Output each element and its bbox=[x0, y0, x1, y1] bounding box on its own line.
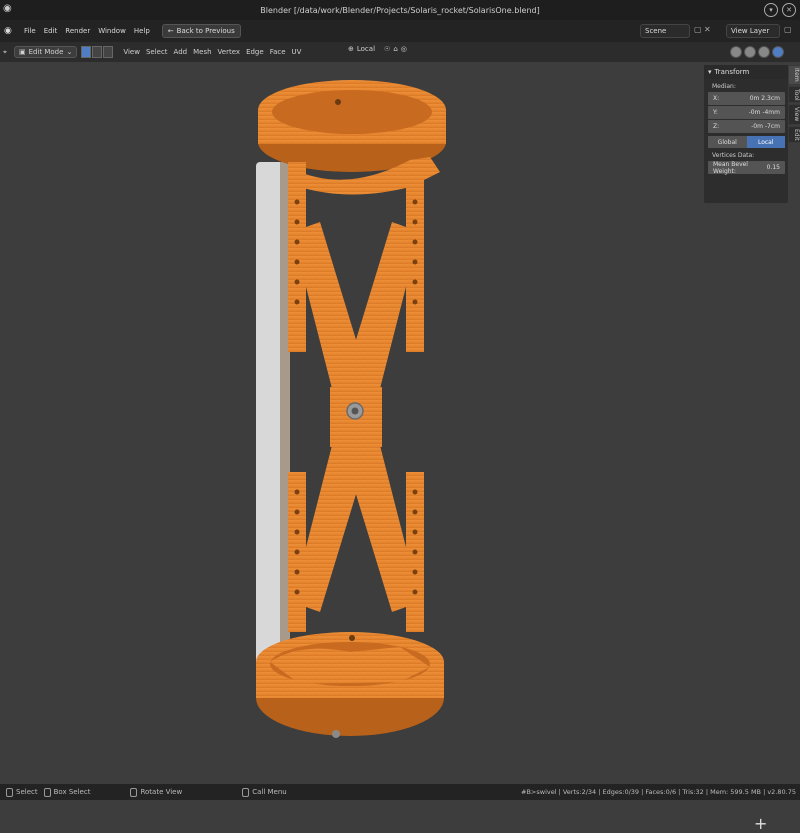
median-label: Median: bbox=[712, 83, 736, 90]
chevron-down-icon: ⌄ bbox=[66, 48, 73, 56]
blender-logo-icon: ◉ bbox=[3, 3, 12, 14]
view-layer-name: View Layer bbox=[731, 27, 770, 35]
space-toggle: Global Local bbox=[708, 136, 785, 148]
title-bar: ◉ Blender [/data/work/Blender/Projects/S… bbox=[0, 0, 800, 20]
bottom-ring bbox=[256, 632, 444, 738]
status-select-label: Select bbox=[16, 788, 38, 796]
scene-name: Scene bbox=[645, 27, 667, 35]
face-select-icon[interactable] bbox=[103, 46, 114, 58]
orientation-icon: ⊕ bbox=[348, 45, 354, 53]
scene-new-icon[interactable]: ▢ bbox=[694, 25, 702, 34]
header-vertex[interactable]: Vertex bbox=[215, 48, 244, 56]
scene-selector[interactable]: Scene bbox=[640, 24, 690, 38]
select-mode-group bbox=[81, 46, 114, 58]
median-x-label: X: bbox=[713, 95, 720, 102]
header-select[interactable]: Select bbox=[143, 48, 171, 56]
header-face[interactable]: Face bbox=[267, 48, 289, 56]
tab-tool[interactable]: Tool bbox=[788, 85, 800, 104]
mean-bevel-weight-field[interactable]: Mean Bevel Weight: 0.15 bbox=[708, 160, 785, 175]
vertex-select-icon[interactable] bbox=[81, 46, 92, 58]
status-call-menu: Call Menu bbox=[242, 787, 287, 797]
status-bar: Select Box Select Rotate View Call Menu … bbox=[0, 784, 800, 800]
close-icon[interactable]: ✕ bbox=[782, 3, 796, 17]
global-button[interactable]: Global bbox=[708, 136, 747, 148]
blender-menu-icon[interactable]: ◉ bbox=[4, 26, 14, 36]
orientation-label: Local bbox=[356, 45, 376, 53]
shading-modes bbox=[730, 46, 784, 58]
tab-item[interactable]: Item bbox=[788, 65, 800, 85]
view-layer-selector[interactable]: View Layer bbox=[726, 24, 780, 38]
rendered-shading-icon[interactable] bbox=[772, 46, 784, 58]
back-to-previous-label: Back to Previous bbox=[176, 27, 235, 35]
panel-collapse-icon: ▾ bbox=[708, 68, 712, 76]
mode-label: Edit Mode bbox=[28, 48, 64, 56]
edge-select-icon[interactable] bbox=[92, 46, 103, 58]
median-z-value: -0m -7cm bbox=[751, 123, 780, 130]
bevel-label: Mean Bevel Weight: bbox=[713, 160, 748, 175]
status-rotate-label: Rotate View bbox=[140, 788, 183, 796]
median-z-field[interactable]: Z: -0m -7cm bbox=[708, 120, 785, 133]
menu-file[interactable]: File bbox=[20, 27, 40, 35]
3d-viewport[interactable]: + bbox=[0, 62, 800, 833]
header-mesh[interactable]: Mesh bbox=[190, 48, 214, 56]
header-view[interactable]: View bbox=[120, 48, 143, 56]
scissor-mechanism bbox=[292, 222, 420, 612]
transform-orientation[interactable]: ⊕ Local ☉ ⌂ ◎ bbox=[348, 45, 407, 53]
editor-type-icon[interactable]: ⌖ bbox=[0, 48, 10, 57]
wireframe-shading-icon[interactable] bbox=[730, 46, 742, 58]
model-render bbox=[256, 80, 446, 738]
header-add[interactable]: Add bbox=[171, 48, 191, 56]
window-title: Blender [/data/work/Blender/Projects/Sol… bbox=[260, 5, 540, 15]
menu-render[interactable]: Render bbox=[61, 27, 94, 35]
proportional-icon[interactable]: ◎ bbox=[401, 45, 407, 53]
status-box-select-label: Box Select bbox=[53, 788, 91, 796]
mouse-right-icon bbox=[242, 787, 250, 797]
scene-statistics: #B>swivel | Verts:2/34 | Edges:0/39 | Fa… bbox=[521, 788, 796, 796]
edit-mode-icon: ▣ bbox=[18, 48, 26, 56]
tab-view[interactable]: View bbox=[788, 104, 800, 125]
solid-shading-icon[interactable] bbox=[744, 46, 756, 58]
back-to-previous-button[interactable]: ← Back to Previous bbox=[161, 24, 241, 38]
mode-selector[interactable]: ▣ Edit Mode ⌄ bbox=[13, 46, 78, 58]
sidebar-tabs: Item Tool View Edit bbox=[788, 65, 800, 185]
status-box-select: Box Select bbox=[43, 787, 91, 797]
median-y-field[interactable]: Y: -0m -4mm bbox=[708, 106, 785, 119]
local-button[interactable]: Local bbox=[746, 136, 785, 148]
scene-delete-icon[interactable]: ✕ bbox=[704, 25, 711, 34]
material-shading-icon[interactable] bbox=[758, 46, 770, 58]
status-rotate: Rotate View bbox=[130, 787, 183, 797]
menu-window[interactable]: Window bbox=[94, 27, 130, 35]
median-y-label: Y: bbox=[713, 109, 718, 116]
status-call-menu-label: Call Menu bbox=[252, 788, 287, 796]
snap-icon[interactable]: ⌂ bbox=[393, 45, 397, 53]
menu-help[interactable]: Help bbox=[130, 27, 154, 35]
minimize-icon[interactable]: ▾ bbox=[764, 3, 778, 17]
mouse-drag-icon bbox=[43, 787, 51, 797]
pivot-icon[interactable]: ☉ bbox=[384, 45, 390, 53]
status-select: Select bbox=[6, 787, 38, 797]
median-x-value: 0m 2.3cm bbox=[749, 95, 780, 102]
vertices-data-label: Vertices Data: bbox=[712, 152, 755, 159]
mouse-middle-icon bbox=[130, 787, 138, 797]
transform-header[interactable]: ▾ Transform bbox=[704, 65, 788, 79]
median-x-field[interactable]: X: 0m 2.3cm bbox=[708, 92, 785, 105]
header-edge[interactable]: Edge bbox=[243, 48, 267, 56]
transform-title: Transform bbox=[714, 68, 750, 76]
view-layer-new-icon[interactable]: ▢ bbox=[784, 25, 792, 34]
tab-edit[interactable]: Edit bbox=[788, 125, 800, 144]
navigation-plus-icon[interactable]: + bbox=[754, 814, 767, 833]
viewport-header: ⌖ ▣ Edit Mode ⌄ View Select Add Mesh Ver… bbox=[0, 42, 800, 62]
mouse-left-icon bbox=[6, 787, 13, 797]
bevel-value: 0.15 bbox=[766, 164, 780, 171]
header-uv[interactable]: UV bbox=[289, 48, 305, 56]
back-icon: ← bbox=[167, 27, 174, 35]
menu-bar: ◉ File Edit Render Window Help ← Back to… bbox=[0, 20, 800, 42]
sidebar-panel: ▾ Transform Median: X: 0m 2.3cm Y: -0m -… bbox=[704, 65, 788, 203]
median-y-value: -0m -4mm bbox=[748, 109, 780, 116]
menu-edit[interactable]: Edit bbox=[40, 27, 62, 35]
median-z-label: Z: bbox=[713, 123, 720, 130]
